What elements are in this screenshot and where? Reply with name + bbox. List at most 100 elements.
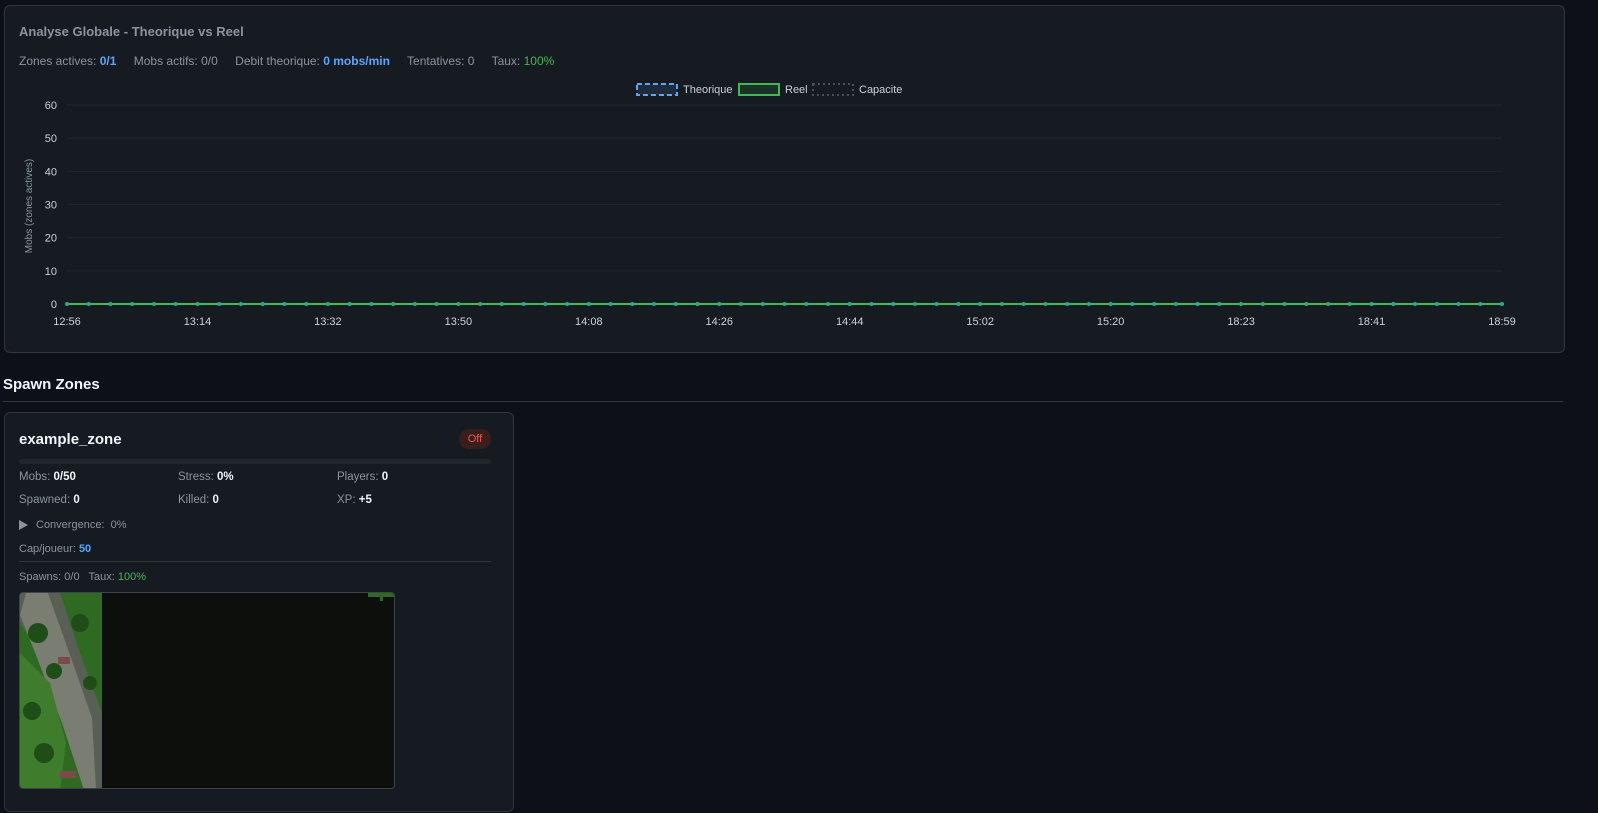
- data-point: [434, 302, 439, 306]
- data-point: [65, 302, 69, 306]
- data-point: [1478, 302, 1483, 306]
- data-point: [1304, 302, 1309, 306]
- legend-item-theorique[interactable]: Theorique: [636, 83, 733, 96]
- data-point: [1347, 302, 1352, 306]
- data-point: [825, 302, 830, 306]
- data-point: [1086, 302, 1091, 306]
- data-point: [86, 302, 91, 306]
- zone-fill-bar: [19, 459, 491, 464]
- data-point: [499, 302, 504, 306]
- x-tick-label: 18:59: [1488, 316, 1516, 328]
- data-point: [238, 302, 243, 306]
- x-tick-label: 13:50: [445, 316, 473, 328]
- legend-label: Capacite: [859, 84, 902, 96]
- legend-label: Theorique: [683, 84, 733, 96]
- y-axis-ticks: 0 10 20 30 40 50 60: [45, 100, 57, 311]
- data-point: [739, 302, 744, 306]
- data-point: [1021, 302, 1026, 306]
- legend-item-capacite[interactable]: Capacite: [812, 83, 902, 96]
- data-point: [543, 302, 548, 306]
- x-tick-label: 14:08: [575, 316, 603, 328]
- data-point: [804, 302, 809, 306]
- data-point: [282, 302, 287, 306]
- zone-card[interactable]: example_zone Off Mobs: 0/50 Stress: 0% P…: [4, 412, 514, 812]
- data-point: [630, 302, 635, 306]
- y-tick-label: 20: [45, 233, 57, 245]
- section-divider: [3, 401, 1563, 402]
- data-point: [652, 302, 657, 306]
- data-point: [1065, 302, 1070, 306]
- data-point: [673, 302, 678, 306]
- data-point: [912, 302, 917, 306]
- map-terrain: [20, 593, 394, 788]
- y-axis-label: Mobs (zones actives): [24, 159, 35, 253]
- data-point: [1369, 302, 1374, 306]
- x-axis-ticks: 12:56 13:14 13:32 13:50 14:08 14:26 14:44 15:02…: [53, 316, 1516, 328]
- data-point: [869, 302, 874, 306]
- line-chart: Theorique Reel Capacite 0 10 20 30 40 50 60 12:5…: [24, 83, 1516, 328]
- spawn-zones-title: Spawn Zones: [3, 376, 100, 393]
- card-divider: [19, 561, 491, 562]
- convergence-toggle[interactable]: Convergence: 0%: [19, 519, 127, 531]
- data-point: [369, 302, 374, 306]
- data-point: [1434, 302, 1439, 306]
- data-point: [1391, 302, 1396, 306]
- data-point: [456, 302, 461, 306]
- data-point: [934, 302, 939, 306]
- stress-stat: Stress: 0%: [178, 471, 234, 483]
- data-point: [1217, 302, 1222, 306]
- killed-stat: Killed: 0: [178, 494, 219, 506]
- legend-swatch: [636, 83, 678, 96]
- chart-series: [65, 302, 1504, 306]
- spawned-stat: Spawned: 0: [19, 494, 80, 506]
- expand-triangle-icon: [19, 520, 28, 531]
- data-point: [304, 302, 309, 306]
- data-point: [412, 302, 417, 306]
- data-point: [782, 302, 787, 306]
- zone-map-preview[interactable]: [19, 592, 395, 789]
- data-point: [1413, 302, 1418, 306]
- data-point: [956, 302, 961, 306]
- legend-swatch: [812, 83, 854, 96]
- y-tick-label: 0: [51, 299, 57, 311]
- xp-stat: XP: +5: [337, 494, 372, 506]
- status-badge[interactable]: Off: [459, 429, 491, 449]
- data-point: [325, 302, 330, 306]
- x-tick-label: 18:41: [1358, 316, 1386, 328]
- y-tick-label: 60: [45, 100, 57, 112]
- data-point: [1282, 302, 1287, 306]
- mobs-stat: Mobs: 0/50: [19, 471, 76, 483]
- data-point: [1152, 302, 1157, 306]
- data-point: [1173, 302, 1178, 306]
- data-point: [565, 302, 570, 306]
- data-point: [1130, 302, 1135, 306]
- zone-name: example_zone: [19, 431, 122, 448]
- players-stat: Players: 0: [337, 471, 389, 483]
- data-point: [999, 302, 1004, 306]
- cap-per-player: Cap/joueur: 50: [19, 543, 92, 555]
- chart-legend[interactable]: Theorique Reel Capacite: [636, 83, 902, 96]
- data-point: [1500, 302, 1504, 306]
- data-point: [108, 302, 113, 306]
- x-tick-label: 13:32: [314, 316, 342, 328]
- x-tick-label: 18:23: [1227, 316, 1255, 328]
- legend-item-reel[interactable]: Reel: [738, 83, 808, 96]
- data-point: [1043, 302, 1048, 306]
- chart-grid: [67, 104, 1502, 305]
- data-point: [978, 302, 983, 306]
- x-tick-label: 14:44: [836, 316, 864, 328]
- data-point: [478, 302, 483, 306]
- data-point: [608, 302, 613, 306]
- data-point: [151, 302, 156, 306]
- data-point: [130, 302, 135, 306]
- x-tick-label: 15:02: [966, 316, 994, 328]
- y-tick-label: 40: [45, 166, 57, 178]
- y-tick-label: 10: [45, 266, 57, 278]
- data-point: [1260, 302, 1265, 306]
- data-point: [1195, 302, 1200, 306]
- data-point: [195, 302, 200, 306]
- data-point: [717, 302, 722, 306]
- x-tick-label: 13:14: [184, 316, 212, 328]
- legend-label: Reel: [785, 84, 808, 96]
- legend-swatch: [738, 83, 780, 96]
